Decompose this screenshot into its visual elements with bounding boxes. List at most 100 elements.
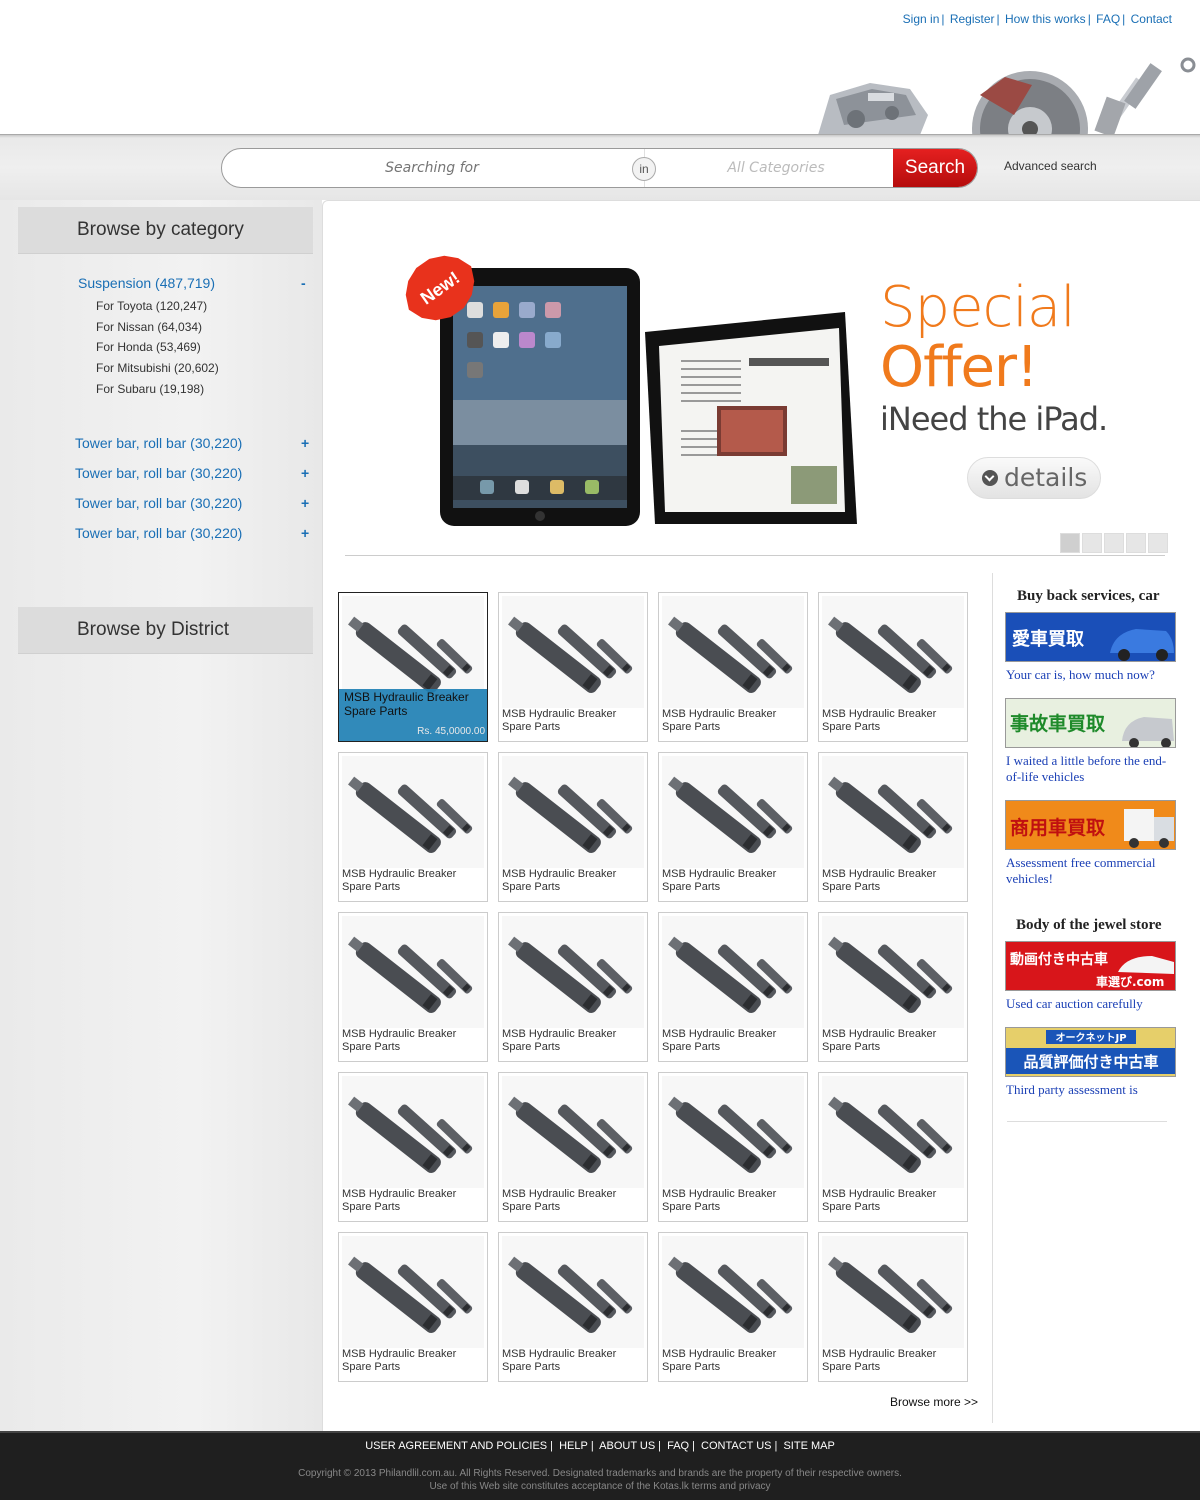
product-tile[interactable]: MSB Hydraulic Breaker Spare Parts xyxy=(498,752,648,902)
search-input[interactable] xyxy=(222,149,642,187)
subcategory-item[interactable]: For Subaru (19,198) xyxy=(96,379,219,400)
slider-dot[interactable] xyxy=(1060,533,1080,553)
product-name[interactable]: MSB Hydraulic Breaker Spare Parts xyxy=(822,1028,964,1054)
footer-faq-link[interactable]: FAQ xyxy=(667,1440,689,1452)
product-tile[interactable]: MSB Hydraulic Breaker Spare Parts xyxy=(818,752,968,902)
product-tile[interactable]: MSB Hydraulic Breaker Spare Parts xyxy=(658,752,808,902)
category-tower-bar[interactable]: Tower bar, roll bar (30,220) xyxy=(75,525,242,541)
register-link[interactable]: Register xyxy=(950,12,995,26)
ad-video-used-car[interactable]: 動画付き中古車 車選び.com xyxy=(1005,941,1176,991)
product-tile[interactable]: MSB Hydraulic Breaker Spare Parts xyxy=(658,1072,808,1222)
expand-toggle[interactable]: + xyxy=(301,435,309,451)
product-tile[interactable]: MSB Hydraulic Breaker Spare Parts xyxy=(818,592,968,742)
product-name[interactable]: MSB Hydraulic Breaker Spare Parts xyxy=(342,868,484,894)
product-tile[interactable]: MSB Hydraulic Breaker Spare Parts xyxy=(818,912,968,1062)
product-name[interactable]: MSB Hydraulic Breaker Spare Parts xyxy=(662,868,804,894)
ad-accident-car[interactable]: 事故車買取 xyxy=(1005,698,1176,748)
product-name[interactable]: MSB Hydraulic Breaker Spare Parts xyxy=(344,690,474,718)
product-tile[interactable]: MSB Hydraulic Breaker Spare Parts xyxy=(498,592,648,742)
product-name[interactable]: MSB Hydraulic Breaker Spare Parts xyxy=(662,1188,804,1214)
product-name[interactable]: MSB Hydraulic Breaker Spare Parts xyxy=(822,1348,964,1374)
product-name[interactable]: MSB Hydraulic Breaker Spare Parts xyxy=(502,1188,644,1214)
browse-more-link[interactable]: Browse more >> xyxy=(890,1395,978,1409)
subcategory-item[interactable]: For Nissan (64,034) xyxy=(96,317,219,338)
product-name[interactable]: MSB Hydraulic Breaker Spare Parts xyxy=(502,1348,644,1374)
advanced-search-link[interactable]: Advanced search xyxy=(1004,159,1097,173)
hydraulic-parts-image xyxy=(822,916,964,1028)
product-tile[interactable]: MSB Hydraulic Breaker Spare Parts xyxy=(338,1232,488,1382)
product-name[interactable]: MSB Hydraulic Breaker Spare Parts xyxy=(662,1348,804,1374)
product-tile[interactable]: MSB Hydraulic Breaker Spare Parts xyxy=(338,752,488,902)
product-tile[interactable]: MSB Hydraulic Breaker Spare Parts xyxy=(498,1072,648,1222)
collapse-suspension-toggle[interactable]: - xyxy=(301,275,306,291)
ad-quality-assessed-car[interactable]: オークネットJP 品質評価付き中古車 xyxy=(1005,1027,1176,1077)
product-tile[interactable]: MSB Hydraulic Breaker Spare Parts xyxy=(658,1232,808,1382)
site-map-link[interactable]: SITE MAP xyxy=(783,1440,834,1452)
banner-headline-line2: Offer! xyxy=(880,335,1038,400)
product-tile[interactable]: MSB Hydraulic Breaker Spare Parts xyxy=(818,1232,968,1382)
product-name[interactable]: MSB Hydraulic Breaker Spare Parts xyxy=(662,1028,804,1054)
subcategory-item[interactable]: For Toyota (120,247) xyxy=(96,296,219,317)
hydraulic-parts-image xyxy=(342,1076,484,1188)
ad-accident-car-link[interactable]: I waited a little before the end-of-life… xyxy=(1006,753,1176,785)
contact-link[interactable]: Contact xyxy=(1131,12,1172,26)
banner-details-button[interactable]: details xyxy=(967,457,1101,499)
product-name[interactable]: MSB Hydraulic Breaker Spare Parts xyxy=(502,868,644,894)
expand-toggle[interactable]: + xyxy=(301,525,309,541)
slider-dot[interactable] xyxy=(1148,533,1168,553)
search-button[interactable]: Search xyxy=(893,149,977,187)
ad-car-purchase[interactable]: 愛車買取 xyxy=(1005,612,1176,662)
category-select[interactable]: All Categories xyxy=(658,149,894,187)
product-name[interactable]: MSB Hydraulic Breaker Spare Parts xyxy=(822,868,964,894)
ad-video-used-car-link[interactable]: Used car auction carefully xyxy=(1006,996,1176,1012)
slider-dot[interactable] xyxy=(1126,533,1146,553)
product-name[interactable]: MSB Hydraulic Breaker Spare Parts xyxy=(822,1188,964,1214)
hydraulic-parts-image xyxy=(502,1236,644,1348)
subcategory-item[interactable]: For Mitsubishi (20,602) xyxy=(96,358,219,379)
product-tile[interactable]: MSB Hydraulic Breaker Spare Parts Rs. 45,… xyxy=(338,592,488,742)
product-name[interactable]: MSB Hydraulic Breaker Spare Parts xyxy=(822,708,964,734)
ad-commercial-car-link[interactable]: Assessment free commercial vehicles! xyxy=(1006,855,1176,887)
category-tower-bar[interactable]: Tower bar, roll bar (30,220) xyxy=(75,495,242,511)
product-grid: MSB Hydraulic Breaker Spare Parts Rs. 45,… xyxy=(338,592,978,1382)
product-name[interactable]: MSB Hydraulic Breaker Spare Parts xyxy=(502,708,644,734)
product-name[interactable]: MSB Hydraulic Breaker Spare Parts xyxy=(502,1028,644,1054)
product-tile[interactable]: MSB Hydraulic Breaker Spare Parts xyxy=(818,1072,968,1222)
user-agreement-link[interactable]: USER AGREEMENT AND POLICIES xyxy=(365,1440,547,1452)
category-suspension[interactable]: Suspension (487,719) xyxy=(78,275,215,291)
product-tile[interactable]: MSB Hydraulic Breaker Spare Parts xyxy=(498,1232,648,1382)
footer-nav: USER AGREEMENT AND POLICIES | HELP | ABOUT… xyxy=(365,1440,835,1452)
product-tile[interactable]: MSB Hydraulic Breaker Spare Parts xyxy=(338,912,488,1062)
about-us-link[interactable]: ABOUT US xyxy=(599,1440,655,1452)
car-parts-illustration xyxy=(818,57,1196,135)
quality-assessed-car-banner: オークネットJP 品質評価付き中古車 xyxy=(1006,1028,1175,1076)
hydraulic-parts-image xyxy=(822,1236,964,1348)
expand-toggle[interactable]: + xyxy=(301,465,309,481)
product-tile[interactable]: MSB Hydraulic Breaker Spare Parts xyxy=(338,1072,488,1222)
product-tile[interactable]: MSB Hydraulic Breaker Spare Parts xyxy=(498,912,648,1062)
product-name[interactable]: MSB Hydraulic Breaker Spare Parts xyxy=(342,1028,484,1054)
copyright-line-2: Use of this Web site constitutes accepta… xyxy=(429,1481,771,1492)
ad-car-purchase-link[interactable]: Your car is, how much now? xyxy=(1006,667,1176,683)
category-tower-bar[interactable]: Tower bar, roll bar (30,220) xyxy=(75,465,242,481)
product-name[interactable]: MSB Hydraulic Breaker Spare Parts xyxy=(342,1348,484,1374)
slider-dot[interactable] xyxy=(1082,533,1102,553)
product-name[interactable]: MSB Hydraulic Breaker Spare Parts xyxy=(342,1188,484,1214)
ad-commercial-car[interactable]: 商用車買取 xyxy=(1005,800,1176,850)
expand-toggle[interactable]: + xyxy=(301,495,309,511)
how-this-works-link[interactable]: How this works xyxy=(1005,12,1086,26)
banner-headline-line1: Special xyxy=(880,275,1076,340)
ad-quality-assessed-car-link[interactable]: Third party assessment is xyxy=(1006,1082,1176,1098)
faq-link[interactable]: FAQ xyxy=(1096,12,1120,26)
product-tile[interactable]: MSB Hydraulic Breaker Spare Parts xyxy=(658,912,808,1062)
sign-in-link[interactable]: Sign in xyxy=(903,12,940,26)
subcategory-item[interactable]: For Honda (53,469) xyxy=(96,337,219,358)
hydraulic-parts-image xyxy=(822,1076,964,1188)
contact-us-link[interactable]: CONTACT US xyxy=(701,1440,772,1452)
search-bar-band: in All Categories Search Advanced search xyxy=(0,134,1200,200)
slider-dot[interactable] xyxy=(1104,533,1124,553)
product-tile[interactable]: MSB Hydraulic Breaker Spare Parts xyxy=(658,592,808,742)
category-tower-bar[interactable]: Tower bar, roll bar (30,220) xyxy=(75,435,242,451)
product-name[interactable]: MSB Hydraulic Breaker Spare Parts xyxy=(662,708,804,734)
help-link[interactable]: HELP xyxy=(559,1440,588,1452)
